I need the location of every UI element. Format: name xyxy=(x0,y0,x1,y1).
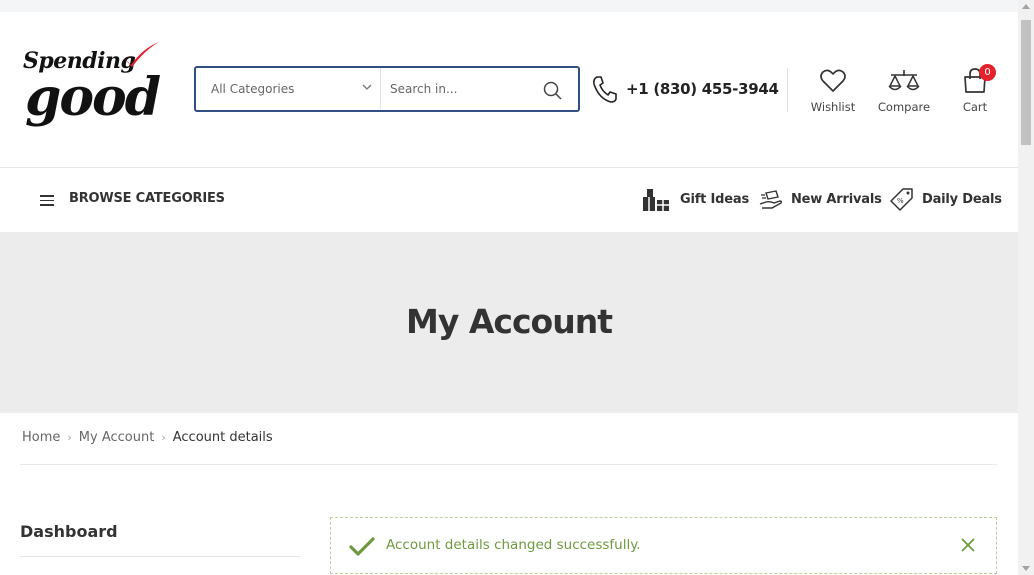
nav-daily-deals-label: Daily Deals xyxy=(922,192,1002,207)
chevron-right-icon: › xyxy=(161,431,166,444)
svg-text:%: % xyxy=(897,197,904,205)
page-scrollbar[interactable] xyxy=(1018,0,1034,575)
success-notice: Account details changed successfully. xyxy=(330,517,997,574)
breadcrumb-home[interactable]: Home xyxy=(22,430,60,445)
scroll-up-arrow-icon[interactable] xyxy=(1022,4,1030,9)
phone-icon xyxy=(593,76,617,103)
wishlist-button[interactable]: Wishlist xyxy=(808,68,858,114)
logo-check-icon xyxy=(122,42,159,67)
search-input[interactable] xyxy=(382,68,532,110)
header-divider xyxy=(787,68,788,112)
cart-button[interactable]: 0 Cart xyxy=(955,64,996,114)
chevron-right-icon: › xyxy=(67,431,72,444)
category-select[interactable]: All Categories xyxy=(196,68,381,110)
site-logo[interactable]: Spending good xyxy=(21,40,163,140)
search-bar: All Categories xyxy=(194,66,580,112)
heart-icon xyxy=(820,69,846,92)
nav-new-arrivals-label: New Arrivals xyxy=(791,192,882,207)
page-banner: My Account xyxy=(0,232,1018,413)
nav-gift-ideas[interactable]: Gift Ideas xyxy=(641,186,751,214)
logo-text-bottom: good xyxy=(25,67,161,128)
cart-count-badge: 0 xyxy=(979,64,996,81)
nav-gift-ideas-label: Gift Ideas xyxy=(680,192,749,207)
menu-icon[interactable] xyxy=(40,195,54,206)
gift-icon xyxy=(643,189,669,211)
site-header: Spending good All Categories +1 (830) 45… xyxy=(0,12,1018,168)
search-icon[interactable] xyxy=(541,79,565,101)
close-icon[interactable] xyxy=(961,538,975,552)
browse-categories-button[interactable]: BROWSE CATEGORIES xyxy=(69,191,225,206)
checkmark-icon xyxy=(349,537,375,556)
scroll-down-arrow-icon[interactable] xyxy=(1022,566,1030,571)
chevron-down-icon xyxy=(362,84,372,90)
category-select-label: All Categories xyxy=(211,82,295,96)
page-title: My Account xyxy=(406,302,613,341)
nav-daily-deals[interactable]: % Daily Deals xyxy=(889,186,1004,214)
price-tag-icon: % xyxy=(890,188,913,211)
top-strip xyxy=(0,0,1018,12)
compare-label: Compare xyxy=(877,100,931,114)
breadcrumb-divider xyxy=(20,464,997,465)
main-navigation: BROWSE CATEGORIES Gift Ideas New Arrival… xyxy=(0,168,1018,232)
notice-message: Account details changed successfully. xyxy=(386,537,641,553)
nav-new-arrivals[interactable]: New Arrivals xyxy=(758,186,883,214)
breadcrumb: Home › My Account › Account details xyxy=(22,430,273,445)
sidebar-item-dashboard[interactable]: Dashboard xyxy=(20,522,118,541)
cart-label: Cart xyxy=(962,100,988,114)
scrollbar-thumb[interactable] xyxy=(1021,20,1031,145)
compare-button[interactable]: Compare xyxy=(873,68,935,114)
delivery-hand-icon xyxy=(759,190,783,209)
phone-number[interactable]: +1 (830) 455-3944 xyxy=(626,80,779,98)
sidebar-divider xyxy=(20,556,300,557)
scale-icon xyxy=(888,70,920,91)
breadcrumb-my-account[interactable]: My Account xyxy=(79,430,155,445)
breadcrumb-current: Account details xyxy=(172,430,273,445)
wishlist-label: Wishlist xyxy=(810,100,856,114)
